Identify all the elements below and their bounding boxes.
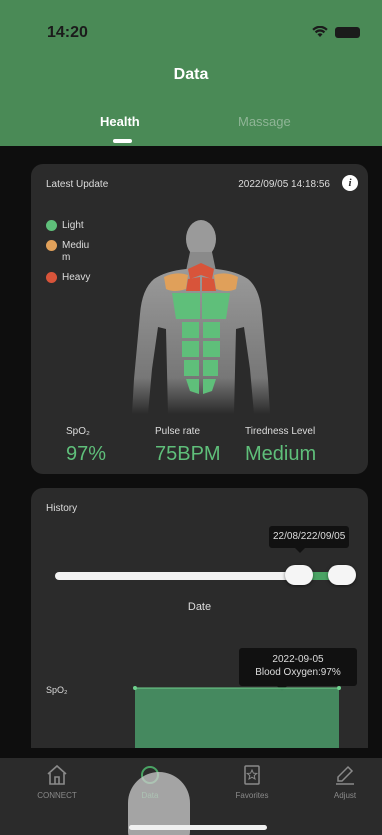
- ab-4: [203, 341, 220, 357]
- latest-update-time: 2022/09/05 14:18:56: [238, 179, 330, 190]
- history-label: History: [46, 503, 78, 514]
- latest-update-card: Latest Update 2022/09/05 14:18:56 i Ligh…: [31, 164, 368, 474]
- metric-spo2-label: SpO₂: [66, 426, 90, 437]
- slider-axis-label: Date: [187, 601, 212, 613]
- metric-spo2: SpO₂ 97%: [66, 426, 106, 466]
- legend-dot-heavy: [46, 272, 57, 283]
- status-time: 14:20: [47, 24, 88, 41]
- nav-item-adjust[interactable]: Adjust: [310, 764, 380, 800]
- battery-icon: [335, 27, 360, 38]
- right-shoulder-medium: [214, 273, 238, 291]
- metric-pulse: Pulse rate 75BPM: [155, 426, 221, 466]
- info-icon[interactable]: i: [342, 175, 358, 191]
- nav-item-connect[interactable]: CONNECT: [22, 764, 92, 800]
- bottom-tab-bar: CONNECT Data Favorites Adjust: [0, 758, 382, 835]
- right-pec-light: [202, 293, 230, 319]
- date-slider-start-handle[interactable]: [285, 565, 313, 585]
- adjust-icon: [336, 765, 354, 785]
- nav-item-favorites[interactable]: Favorites: [217, 764, 287, 800]
- left-shoulder-medium: [164, 273, 188, 291]
- legend-label: Light: [62, 220, 84, 231]
- spo2-point-start: [133, 686, 137, 690]
- home-icon: [47, 764, 67, 785]
- home-indicator: [129, 825, 267, 830]
- ab-1: [182, 322, 199, 338]
- legend-dot-light: [46, 220, 57, 231]
- wifi-icon: [312, 26, 328, 37]
- latest-update-label: Latest Update: [46, 179, 109, 190]
- spo2-point-end: [337, 686, 341, 690]
- date-range-tooltip: 22/08/222/09/05: [269, 526, 350, 553]
- ab-5: [184, 360, 199, 376]
- metric-pulse-label: Pulse rate: [155, 426, 201, 437]
- page-title: Data: [173, 66, 209, 83]
- tab-health[interactable]: Health: [100, 114, 140, 129]
- metric-tiredness-label: Tiredness Level: [245, 426, 316, 437]
- right-chest-heavy: [202, 277, 216, 291]
- chart-tooltip-date: 2022-09-05: [272, 654, 324, 665]
- torso-shape: [132, 269, 270, 414]
- legend-label: Mediu m: [62, 240, 90, 263]
- ab-2: [203, 322, 220, 338]
- ab-6: [203, 360, 218, 376]
- ab-3: [182, 341, 199, 357]
- nav-label: CONNECT: [37, 791, 77, 800]
- legend-dot-medium: [46, 240, 57, 251]
- left-chest-heavy: [186, 277, 200, 291]
- body-muscle-map: [132, 220, 270, 414]
- spo2-history-chart[interactable]: [31, 678, 368, 748]
- metric-spo2-value: 97%: [66, 443, 107, 465]
- history-card: History 22/08/222/09/05 Date 2022-09-05 …: [31, 488, 368, 748]
- legend-label: Heavy: [62, 272, 91, 283]
- nav-label: Favorites: [235, 791, 269, 800]
- metric-pulse-value: 75BPM: [155, 443, 221, 465]
- status-bar: 14:20: [0, 0, 382, 60]
- left-pec-light: [172, 293, 200, 319]
- app-header: 14:20 Data Health Massage: [0, 0, 382, 146]
- metric-tiredness: Tiredness Level Medium: [245, 426, 316, 466]
- nav-label: Adjust: [333, 791, 357, 800]
- tab-massage[interactable]: Massage: [238, 114, 291, 129]
- metric-tiredness-value: Medium: [245, 443, 317, 465]
- star-icon: [244, 765, 260, 785]
- tab-indicator: [113, 139, 132, 143]
- spo2-area: [135, 688, 339, 748]
- date-slider-end-handle[interactable]: [328, 565, 356, 585]
